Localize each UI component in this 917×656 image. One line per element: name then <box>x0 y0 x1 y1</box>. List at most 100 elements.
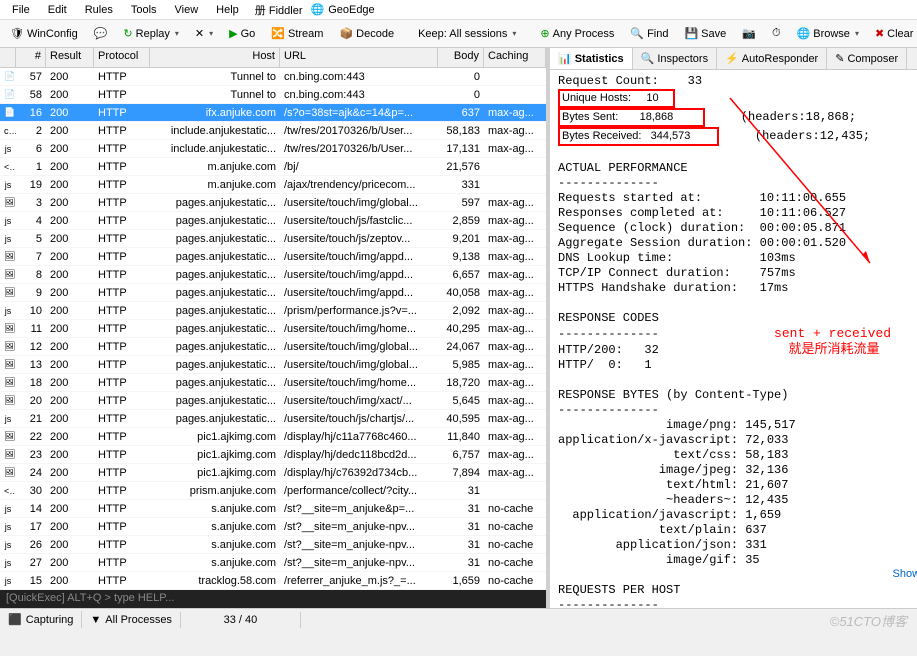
session-row[interactable]: js17200HTTPs.anjuke.com/st?__site=m_anju… <box>0 518 546 536</box>
save-button[interactable]: 💾Save <box>678 24 732 43</box>
session-row[interactable]: 🖼13200HTTPpages.anjukestatic.../usersite… <box>0 356 546 374</box>
session-row[interactable]: 🖼9200HTTPpages.anjukestatic.../usersite/… <box>0 284 546 302</box>
menu-help[interactable]: Help <box>208 2 247 18</box>
tab-composer[interactable]: ✎Composer <box>827 48 907 69</box>
row-cache: no-cache <box>484 521 546 533</box>
row-num: 27 <box>16 557 46 569</box>
session-row[interactable]: js26200HTTPs.anjuke.com/st?__site=m_anju… <box>0 536 546 554</box>
row-protocol: HTTP <box>94 359 150 371</box>
row-body: 7,894 <box>438 467 484 479</box>
row-url: /usersite/touch/img/global... <box>280 197 438 209</box>
session-row[interactable]: 🖼11200HTTPpages.anjukestatic.../usersite… <box>0 320 546 338</box>
row-body: 40,058 <box>438 287 484 299</box>
tab-statistics[interactable]: 📊Statistics <box>550 48 633 69</box>
quickexec[interactable]: [QuickExec] ALT+Q > type HELP... <box>0 590 546 608</box>
row-protocol: HTTP <box>94 395 150 407</box>
stats-icon: 📊 <box>558 52 572 65</box>
session-row[interactable]: css2200HTTPinclude.anjukestatic.../tw/re… <box>0 122 546 140</box>
session-row[interactable]: 🖼20200HTTPpages.anjukestatic.../usersite… <box>0 392 546 410</box>
col-protocol[interactable]: Protocol <box>94 48 150 67</box>
session-row[interactable]: js6200HTTPinclude.anjukestatic.../tw/res… <box>0 140 546 158</box>
menu-fiddler[interactable]: 册 Fiddler <box>255 2 303 18</box>
session-row[interactable]: 🖼8200HTTPpages.anjukestatic.../usersite/… <box>0 266 546 284</box>
camera-icon: 📷 <box>742 27 756 40</box>
row-host: m.anjuke.com <box>150 161 280 173</box>
session-row[interactable]: js5200HTTPpages.anjukestatic.../usersite… <box>0 230 546 248</box>
clear-button[interactable]: ✖Clear <box>869 24 917 43</box>
stream-button[interactable]: 🔀Stream <box>265 24 329 43</box>
menu-edit[interactable]: Edit <box>40 2 75 18</box>
tab-inspectors[interactable]: 🔍Inspectors <box>633 48 717 69</box>
row-protocol: HTTP <box>94 251 150 263</box>
row-url: /usersite/touch/img/home... <box>280 323 438 335</box>
session-row[interactable]: js14200HTTPs.anjuke.com/st?__site=m_anju… <box>0 500 546 518</box>
any-process-button[interactable]: ⊕Any Process <box>534 24 620 43</box>
decode-button[interactable]: 📦Decode <box>333 24 400 43</box>
row-num: 14 <box>16 503 46 515</box>
menu-tools[interactable]: Tools <box>123 2 165 18</box>
row-icon: 📄 <box>0 89 16 100</box>
grid-body[interactable]: 📄57200HTTPTunnel tocn.bing.com:4430📄5820… <box>0 68 546 590</box>
row-cache: max-ag... <box>484 467 546 479</box>
remove-button[interactable]: ✕ <box>189 24 219 43</box>
col-caching[interactable]: Caching <box>484 48 546 67</box>
session-row[interactable]: 🖼23200HTTPpic1.ajkimg.com/display/hj/ded… <box>0 446 546 464</box>
tab-autoresponder[interactable]: ⚡AutoResponder <box>717 48 827 69</box>
row-url: /usersite/touch/js/chartjs/... <box>280 413 438 425</box>
col-num[interactable]: # <box>16 48 46 67</box>
winconfig-button[interactable]: 🛡WinConfig <box>4 24 84 43</box>
row-url: /usersite/touch/img/xact/... <box>280 395 438 407</box>
keep-sessions-button[interactable]: Keep: All sessions <box>412 25 522 43</box>
session-row[interactable]: js27200HTTPs.anjuke.com/st?__site=m_anju… <box>0 554 546 572</box>
status-processes[interactable]: ▼All Processes <box>82 612 181 628</box>
row-num: 13 <box>16 359 46 371</box>
session-row[interactable]: 🖼24200HTTPpic1.ajkimg.com/display/hj/c76… <box>0 464 546 482</box>
status-capturing[interactable]: ⬛Capturing <box>0 611 82 628</box>
go-button[interactable]: ▶Go <box>223 24 261 43</box>
session-row[interactable]: <>1200HTTPm.anjuke.com/bj/21,576 <box>0 158 546 176</box>
browse-button[interactable]: 🌐Browse <box>791 24 865 43</box>
save-icon: 💾 <box>684 27 698 40</box>
session-row[interactable]: 🖼18200HTTPpages.anjukestatic.../usersite… <box>0 374 546 392</box>
session-row[interactable]: js21200HTTPpages.anjukestatic.../usersit… <box>0 410 546 428</box>
session-row[interactable]: <>30200HTTPprism.anjuke.com/performance/… <box>0 482 546 500</box>
row-host: pages.anjukestatic... <box>150 233 280 245</box>
col-body[interactable]: Body <box>438 48 484 67</box>
session-row[interactable]: 📄58200HTTPTunnel tocn.bing.com:4430 <box>0 86 546 104</box>
row-url: /usersite/touch/img/global... <box>280 359 438 371</box>
session-row[interactable]: js19200HTTPm.anjuke.com/ajax/trendency/p… <box>0 176 546 194</box>
row-host: prism.anjuke.com <box>150 485 280 497</box>
row-result: 200 <box>46 521 94 533</box>
menu-rules[interactable]: Rules <box>77 2 121 18</box>
camera-button[interactable]: 📷 <box>736 24 762 43</box>
row-num: 2 <box>16 125 46 137</box>
col-result[interactable]: Result <box>46 48 94 67</box>
session-row[interactable]: 🖼22200HTTPpic1.ajkimg.com/display/hj/c11… <box>0 428 546 446</box>
session-row[interactable]: js10200HTTPpages.anjukestatic.../prism/p… <box>0 302 546 320</box>
session-row[interactable]: 📄57200HTTPTunnel tocn.bing.com:4430 <box>0 68 546 86</box>
col-url[interactable]: URL <box>280 48 438 67</box>
session-row[interactable]: 📄16200HTTPifx.anjuke.com/s?o=38st=ajk&c=… <box>0 104 546 122</box>
row-body: 2,092 <box>438 305 484 317</box>
row-icon: 🖼 <box>0 431 16 442</box>
session-row[interactable]: js4200HTTPpages.anjukestatic.../usersite… <box>0 212 546 230</box>
row-result: 200 <box>46 503 94 515</box>
row-host: pages.anjukestatic... <box>150 287 280 299</box>
comment-button[interactable]: 💬 <box>88 24 114 43</box>
session-row[interactable]: 🖼3200HTTPpages.anjukestatic.../usersite/… <box>0 194 546 212</box>
find-button[interactable]: 🔍Find <box>624 24 674 43</box>
timer-button[interactable]: ⏱ <box>766 24 787 43</box>
session-row[interactable]: 🖼12200HTTPpages.anjukestatic.../usersite… <box>0 338 546 356</box>
menu-file[interactable]: File <box>4 2 38 18</box>
row-protocol: HTTP <box>94 449 150 461</box>
statistics-text[interactable]: Request Count: 33 Unique Hosts: 10 Bytes… <box>550 70 917 608</box>
session-row[interactable]: 🖼7200HTTPpages.anjukestatic.../usersite/… <box>0 248 546 266</box>
row-protocol: HTTP <box>94 179 150 191</box>
menu-view[interactable]: View <box>167 2 207 18</box>
replay-button[interactable]: ↻Replay <box>117 24 184 43</box>
session-row[interactable]: js15200HTTPtracklog.58.com/referrer_anju… <box>0 572 546 590</box>
col-host[interactable]: Host <box>150 48 280 67</box>
menu-geoedge[interactable]: 🌐GeoEdge <box>310 3 374 16</box>
show-link[interactable]: Show <box>893 568 917 580</box>
row-host: ifx.anjuke.com <box>150 107 280 119</box>
